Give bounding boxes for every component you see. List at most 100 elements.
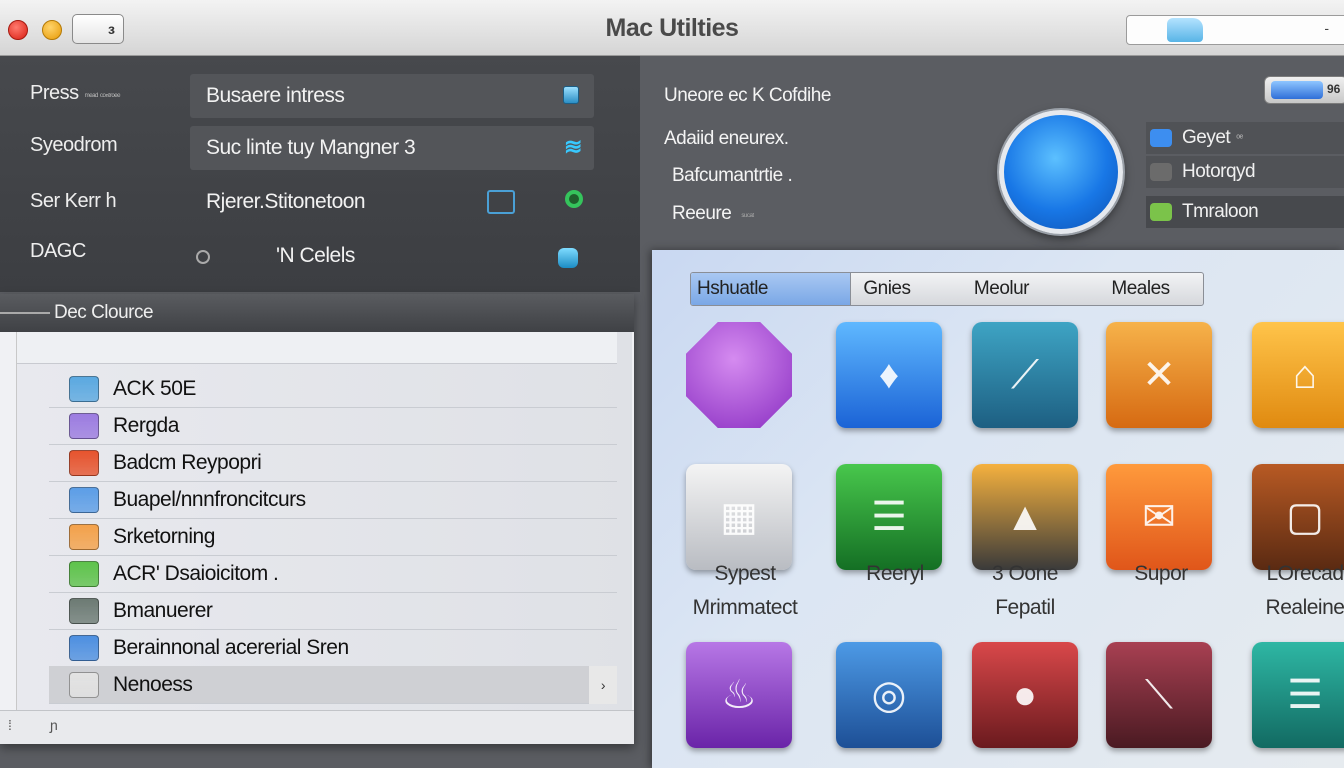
label-press: Press ᵐᵉᵃᵈ ᶜᵒⁿᵗʳᵒᵉᵉ — [30, 82, 120, 104]
label-uneore: Uneore ec K Cofdihe — [664, 85, 831, 106]
row-manager[interactable]: Suc linte tuy Mangner 3 — [190, 126, 594, 170]
tab-gnies[interactable]: Gnies — [850, 273, 964, 305]
app-label: Sypest — [714, 562, 776, 585]
search-icon — [1167, 18, 1203, 42]
list-item-icon — [69, 486, 99, 513]
back-line — [0, 312, 50, 314]
dial-icon[interactable]: ◎ — [836, 642, 942, 748]
status-orb-button[interactable] — [999, 110, 1123, 234]
side-item-label: Tmraloon — [1182, 201, 1259, 222]
side-item-small: ᵒᵉ — [1236, 132, 1243, 144]
tab-meales[interactable]: Meales — [1097, 273, 1203, 305]
list-item-label: ACR' Dsaioicitom . — [113, 561, 279, 585]
list-item[interactable]: ACK 50E — [49, 370, 617, 408]
list-item-icon — [69, 671, 99, 698]
list-item[interactable]: Badcm Reypopri — [49, 444, 617, 482]
list-item-label: Buapel/nnnfroncitcurs — [113, 487, 306, 511]
tile-glyph: ☰ — [1287, 673, 1323, 717]
mail-icon[interactable]: ✉ — [1106, 464, 1212, 570]
footer-mark-left: ⁞ — [8, 717, 12, 733]
list-item-icon — [69, 560, 99, 587]
shield-icon — [563, 86, 579, 104]
toggle-label: 96 — [1327, 82, 1341, 96]
tab-hshuatle[interactable]: Hshuatle — [691, 273, 851, 305]
frame-icon[interactable]: ▢ — [1252, 464, 1344, 570]
label-syeodrom: Syeodrom — [30, 134, 118, 156]
search-field[interactable]: - — [1126, 15, 1344, 45]
app-label: Reeryl — [866, 562, 924, 585]
wifi-icon: ≋ — [564, 134, 583, 159]
list-item[interactable]: ACR' Dsaioicitom . — [49, 555, 617, 593]
label-ser-kerr: Ser Kerr h — [30, 190, 117, 212]
side-item[interactable]: Geyet ᵒᵉ — [1146, 122, 1344, 154]
list-icon[interactable]: ☰ — [1252, 642, 1344, 748]
label-adaiid: Adaiid eneurex. — [664, 128, 789, 149]
tools-icon[interactable]: ✕ — [1106, 322, 1212, 428]
footer-mark-right: ɲ — [50, 717, 58, 733]
app-label: 3 Oone — [992, 562, 1058, 585]
side-item[interactable]: Hotorqyd — [1146, 156, 1344, 188]
pen-icon[interactable]: ⟍ — [1106, 642, 1212, 748]
list-item[interactable]: Srketorning — [49, 518, 617, 556]
water-drop-icon[interactable]: ♦ — [836, 322, 942, 428]
title-bar: з Mac Utilties - — [0, 0, 1344, 56]
app-label: Mrimmatect — [692, 596, 798, 619]
tile-glyph: ✕ — [1142, 353, 1176, 397]
app-grid-panel: Hshuatle Gnies Meolur Meales ♦ ⟋ ✕ ⌂ ▦ ☰ ▲ ✉ ▢ ♨ ◎… — [652, 250, 1344, 768]
list-item[interactable]: Rergda — [49, 407, 617, 445]
list-item-label: Badcm Reypopri — [113, 450, 262, 474]
label-bafcumant: Bafcumantrtie . — [672, 165, 793, 186]
side-item-label: Geyet — [1182, 127, 1231, 148]
tile-glyph: ⌂ — [1292, 352, 1318, 397]
side-item-icon — [1150, 203, 1172, 221]
left-settings-panel: Press ᵐᵉᵃᵈ ᶜᵒⁿᵗʳᵒᵉᵉ Syeodrom Ser Kerr h D… — [0, 56, 640, 292]
list-item[interactable]: Bmanuerer — [49, 592, 617, 630]
toggle-switch[interactable]: 96 — [1264, 76, 1344, 104]
list-item[interactable]: Berainnonal acererial Sren — [49, 629, 617, 667]
side-item[interactable]: Tmraloon — [1146, 196, 1344, 228]
scanner-icon[interactable]: ▦ — [686, 464, 792, 570]
tile-glyph: ♨ — [721, 673, 757, 717]
tile-glyph: ☰ — [871, 495, 907, 539]
tile-glyph: ● — [1012, 672, 1038, 717]
app-label: LOrecad — [1266, 562, 1344, 585]
close-window-button[interactable] — [8, 20, 28, 40]
list-item-label: Srketorning — [113, 524, 215, 548]
toolbar-button[interactable]: з — [72, 14, 124, 44]
hexagon-icon[interactable] — [686, 322, 792, 428]
row-stitonetoon[interactable]: Rjerer.Stitonetoon — [190, 180, 594, 224]
side-item-icon — [1150, 163, 1172, 181]
radio-icon[interactable] — [196, 250, 210, 264]
list-item-icon — [69, 634, 99, 661]
app-label: Supor — [1134, 562, 1188, 585]
brush-icon[interactable]: ⟋ — [972, 322, 1078, 428]
apple-icon[interactable]: ● — [972, 642, 1078, 748]
list-item-icon — [69, 375, 99, 402]
list-header: Dec Clource — [0, 294, 634, 332]
list-footer: ⁞ ɲ — [0, 710, 634, 744]
list-item[interactable]: Buapel/nnnfroncitcurs — [49, 481, 617, 519]
lamp-icon[interactable]: ♨ — [686, 642, 792, 748]
paintbrush-icon[interactable]: ⌂ — [1252, 322, 1344, 428]
printer-icon[interactable]: ▲ — [972, 464, 1078, 570]
row-busaere[interactable]: Busaere intress — [190, 74, 594, 118]
status-ring-icon — [565, 190, 583, 208]
tile-glyph — [686, 322, 792, 428]
list-item-label: Rergda — [113, 413, 179, 437]
tile-glyph: ▦ — [720, 495, 758, 539]
list-item[interactable]: Nenoess › — [49, 666, 617, 704]
minimize-window-button[interactable] — [42, 20, 62, 40]
tile-glyph: ✉ — [1142, 495, 1176, 539]
list-topbar — [17, 332, 617, 364]
chevron-right-icon[interactable]: › — [589, 666, 617, 704]
source-list-window: Dec Clource ACK 50E Rergda Badcm Reypopri B… — [0, 294, 634, 744]
row-celels[interactable]: 'N Celels — [260, 234, 580, 278]
refresh-icon[interactable] — [558, 248, 578, 268]
notes-icon[interactable]: ☰ — [836, 464, 942, 570]
tab-meolur[interactable]: Meolur — [964, 273, 1097, 305]
list-item-label: ACK 50E — [113, 376, 196, 400]
category-tabs: Hshuatle Gnies Meolur Meales — [690, 272, 1204, 306]
list-item-label: Nenoess — [113, 672, 193, 696]
app-label: Realeine — [1265, 596, 1344, 619]
list-item-label: Berainnonal acererial Sren — [113, 635, 349, 659]
